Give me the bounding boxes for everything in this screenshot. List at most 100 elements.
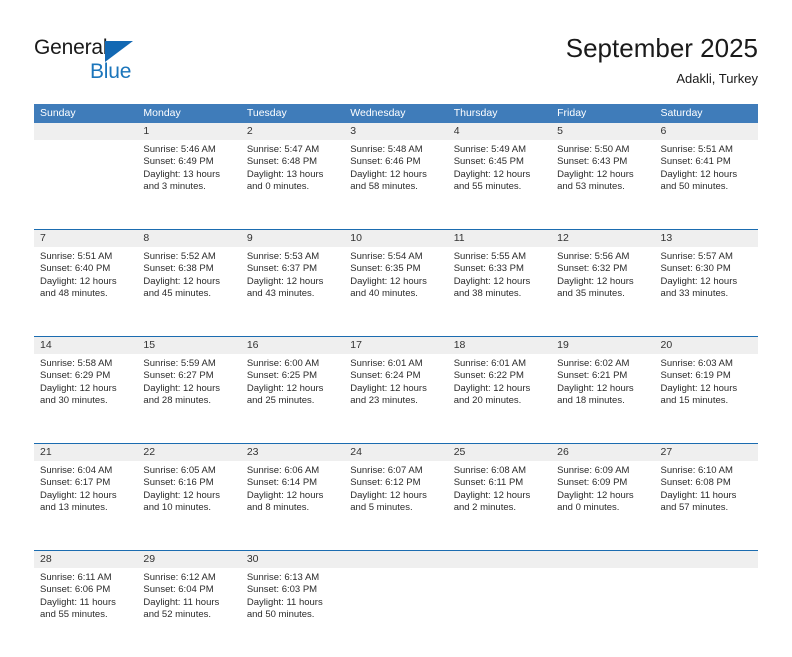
day-detail-empty <box>655 568 758 657</box>
day-number-band-row: 1 2 3 4 5 6 <box>34 123 758 140</box>
sunrise-text: Sunrise: 6:03 AM <box>660 358 733 369</box>
day-cell-empty <box>551 551 655 568</box>
day-number-cell[interactable]: 5 <box>551 123 655 140</box>
day-number-cell[interactable]: 21 <box>34 444 138 461</box>
calendar-week-row: 28 29 30 Sunrise: 6:11 AM Sunset: 6:06 PM Day… <box>34 550 758 657</box>
weekday-header-saturday: Saturday <box>660 107 703 119</box>
sunset-text: Sunset: 6:38 PM <box>143 263 214 275</box>
day-number: 9 <box>246 232 253 244</box>
day-number-cell[interactable]: 9 <box>240 230 345 247</box>
day-number-cell[interactable]: 19 <box>551 337 655 354</box>
weekday-header-monday: Monday <box>143 107 181 119</box>
logo-text-blue: Blue <box>90 60 132 83</box>
day-number: 30 <box>246 553 259 565</box>
sun-info: Sunrise: 5:51 AM Sunset: 6:41 PM Daylight:… <box>655 140 758 194</box>
logo-triangle-icon <box>105 41 133 62</box>
sunrise-text: Sunrise: 5:52 AM <box>143 251 216 262</box>
day-number-cell[interactable]: 14 <box>34 337 138 354</box>
sunrise-text: Sunrise: 6:09 AM <box>557 465 630 476</box>
day-number: 12 <box>557 232 569 244</box>
day-number: 14 <box>40 339 52 351</box>
day-detail-cell: Sunrise: 5:59 AM Sunset: 6:27 PM Daylight:… <box>137 354 240 443</box>
sun-info: Sunrise: 5:55 AM Sunset: 6:33 PM Daylight:… <box>448 247 551 301</box>
day-number-cell[interactable]: 28 <box>34 551 138 568</box>
day-detail-cell: Sunrise: 5:47 AM Sunset: 6:48 PM Daylight:… <box>241 140 344 229</box>
day-number-cell[interactable]: 16 <box>240 337 345 354</box>
sunset-text: Sunset: 6:49 PM <box>143 156 214 168</box>
sun-info: Sunrise: 5:57 AM Sunset: 6:30 PM Daylight:… <box>655 247 758 301</box>
sunset-text: Sunset: 6:35 PM <box>350 263 421 275</box>
daylight-text: Daylight: 12 hours and 15 minutes. <box>660 382 738 407</box>
day-number-cell[interactable]: 23 <box>240 444 345 461</box>
day-detail-empty <box>34 140 137 229</box>
day-number-cell[interactable]: 26 <box>551 444 655 461</box>
day-detail-cell: Sunrise: 5:57 AM Sunset: 6:30 PM Daylight:… <box>655 247 758 336</box>
day-detail-cell: Sunrise: 5:48 AM Sunset: 6:46 PM Daylight:… <box>344 140 447 229</box>
sunset-text: Sunset: 6:04 PM <box>143 584 214 596</box>
day-detail-cell: Sunrise: 5:56 AM Sunset: 6:32 PM Daylight:… <box>551 247 654 336</box>
day-number-cell[interactable]: 27 <box>654 444 758 461</box>
page-header: General Blue September 2025 Adakli, Turk… <box>0 0 792 100</box>
sunset-text: Sunset: 6:24 PM <box>350 370 421 382</box>
sun-info: Sunrise: 5:50 AM Sunset: 6:43 PM Daylight:… <box>551 140 654 194</box>
day-detail-cell: Sunrise: 5:55 AM Sunset: 6:33 PM Daylight:… <box>448 247 551 336</box>
day-detail-cell: Sunrise: 6:02 AM Sunset: 6:21 PM Daylight:… <box>551 354 654 443</box>
sun-info: Sunrise: 6:01 AM Sunset: 6:22 PM Daylight:… <box>448 354 551 408</box>
daylight-text: Daylight: 12 hours and 8 minutes. <box>246 489 324 514</box>
day-number-cell[interactable]: 13 <box>654 230 758 247</box>
day-number: 22 <box>143 446 156 458</box>
day-number-cell[interactable]: 3 <box>344 123 448 140</box>
day-detail-cell: Sunrise: 6:10 AM Sunset: 6:08 PM Daylight:… <box>655 461 758 550</box>
day-number-cell[interactable]: 25 <box>447 444 552 461</box>
day-number: 19 <box>557 339 569 351</box>
sunset-text: Sunset: 6:41 PM <box>660 156 731 168</box>
day-detail-cell: Sunrise: 5:50 AM Sunset: 6:43 PM Daylight:… <box>551 140 654 229</box>
day-number-cell[interactable]: 29 <box>137 551 241 568</box>
day-number-cell[interactable]: 10 <box>344 230 448 247</box>
day-number: 6 <box>660 125 667 137</box>
sun-info: Sunrise: 6:10 AM Sunset: 6:08 PM Daylight:… <box>655 461 758 515</box>
day-number-cell[interactable]: 8 <box>137 230 241 247</box>
day-number-cell[interactable]: 2 <box>240 123 345 140</box>
day-number-cell[interactable]: 1 <box>137 123 241 140</box>
daylight-text: Daylight: 12 hours and 30 minutes. <box>40 382 117 407</box>
day-number-cell[interactable]: 4 <box>447 123 552 140</box>
day-number-cell[interactable]: 15 <box>137 337 241 354</box>
day-number: 20 <box>660 339 673 351</box>
day-detail-cell: Sunrise: 5:49 AM Sunset: 6:45 PM Daylight:… <box>448 140 551 229</box>
day-number-cell[interactable]: 17 <box>344 337 448 354</box>
day-number-cell[interactable]: 24 <box>344 444 448 461</box>
day-detail-row: Sunrise: 5:58 AM Sunset: 6:29 PM Daylight:… <box>34 354 758 443</box>
day-number-cell[interactable]: 7 <box>34 230 138 247</box>
day-number-band-row: 21 22 23 24 25 26 27 <box>34 444 758 461</box>
daylight-text: Daylight: 12 hours and 20 minutes. <box>453 382 531 407</box>
sunrise-text: Sunrise: 6:02 AM <box>557 358 630 369</box>
calendar-week-row: 14 15 16 17 18 19 20 Sunrise: 5:58 AM Sunset: 6:… <box>34 336 758 443</box>
day-number-cell[interactable]: 12 <box>551 230 655 247</box>
sunset-text: Sunset: 6:48 PM <box>246 156 318 168</box>
day-number-cell[interactable]: 18 <box>447 337 552 354</box>
day-number-cell[interactable]: 11 <box>447 230 552 247</box>
day-detail-cell: Sunrise: 6:01 AM Sunset: 6:24 PM Daylight:… <box>344 354 447 443</box>
day-number-cell[interactable]: 20 <box>654 337 758 354</box>
day-number-cell[interactable]: 30 <box>240 551 345 568</box>
calendar-grid: Sunday Monday Tuesday Wednesday Thursday Frid… <box>34 104 758 657</box>
day-cell-empty <box>344 551 448 568</box>
day-number: 10 <box>350 232 362 244</box>
day-detail-cell: Sunrise: 5:58 AM Sunset: 6:29 PM Daylight:… <box>34 354 137 443</box>
day-detail-row: Sunrise: 5:51 AM Sunset: 6:40 PM Daylight:… <box>34 247 758 336</box>
day-number-cell[interactable]: 22 <box>137 444 241 461</box>
day-number: 16 <box>246 339 259 351</box>
day-detail-cell: Sunrise: 5:51 AM Sunset: 6:40 PM Daylight:… <box>34 247 137 336</box>
sunset-text: Sunset: 6:22 PM <box>453 370 524 382</box>
title-block: September 2025 Adakli, Turkey <box>566 32 758 88</box>
sunset-text: Sunset: 6:06 PM <box>40 584 111 596</box>
day-detail-cell: Sunrise: 6:04 AM Sunset: 6:17 PM Daylight:… <box>34 461 137 550</box>
sun-info: Sunrise: 5:56 AM Sunset: 6:32 PM Daylight:… <box>551 247 654 301</box>
daylight-text: Daylight: 12 hours and 40 minutes. <box>350 275 427 300</box>
day-number-cell[interactable]: 6 <box>654 123 758 140</box>
day-detail-cell: Sunrise: 6:06 AM Sunset: 6:14 PM Daylight:… <box>241 461 344 550</box>
daylight-text: Daylight: 12 hours and 38 minutes. <box>453 275 531 300</box>
sunset-text: Sunset: 6:08 PM <box>660 477 731 489</box>
weekday-header-row: Sunday Monday Tuesday Wednesday Thursday Frid… <box>34 104 758 123</box>
